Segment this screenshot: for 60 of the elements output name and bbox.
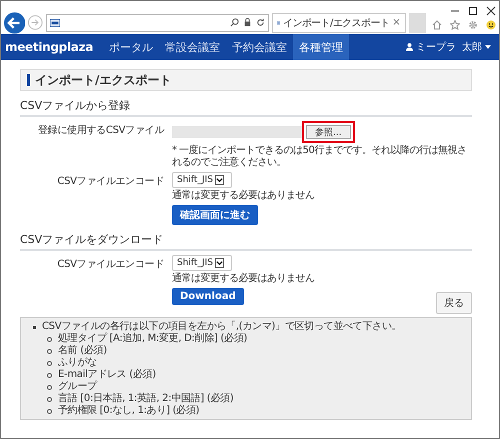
favicon-icon (276, 18, 280, 26)
user-icon (406, 43, 413, 51)
logo[interactable]: meetingplaza (5, 40, 94, 54)
bullet-icon (47, 408, 52, 414)
info-text: CSVファイルの各行は以下の項目を左から「,(カンマ)」で区切って並べて下さい。 (42, 321, 402, 332)
account-menu[interactable]: 太郎 (462, 40, 482, 54)
bullet-icon (47, 360, 52, 366)
bullet-icon (33, 326, 36, 328)
tab-title: インポート/エクスポート (283, 16, 390, 30)
help-text: * 一度にインポートできるのは50行までです。それ以降の行は無視されるのでご注意ください。 (172, 145, 468, 169)
favicon-icon (50, 18, 60, 26)
bullet-icon (47, 372, 52, 378)
dropdown-icon[interactable] (214, 258, 224, 268)
list-item: 処理タイプ [A:追加, M:変更, D:削除] (必須) (58, 333, 248, 344)
submit-button[interactable]: 確認画面に進む (172, 205, 258, 225)
section-heading: CSVファイルから登録 (20, 98, 472, 117)
user-name: ミープラ (416, 40, 456, 54)
help-text: 通常は変更する必要はありません (172, 190, 316, 202)
file-path-field[interactable] (172, 126, 302, 138)
lock-icon (242, 18, 252, 27)
submit-button[interactable]: Download (172, 288, 244, 305)
field-label: 登録に使用するCSVファイル (37, 124, 164, 138)
list-item: 名前 (必須) (58, 345, 107, 357)
maximize-icon[interactable] (468, 6, 478, 16)
bullet-icon (47, 384, 52, 390)
search-icon[interactable] (230, 18, 239, 27)
star-icon[interactable] (450, 20, 460, 30)
address-bar[interactable] (46, 14, 269, 32)
dropdown-icon[interactable] (214, 175, 224, 185)
field-label: CSVファイルエンコード (56, 175, 164, 189)
list-item: 予約権限 [0:なし, 1:あり] (必須) (58, 405, 200, 417)
browser-tab[interactable]: インポート/エクスポート × (272, 12, 406, 32)
page-title: インポート/エクスポート (35, 72, 172, 88)
nav-tab[interactable]: 予約会議室 (226, 34, 294, 60)
bullet-icon (47, 396, 52, 402)
gear-icon[interactable] (468, 20, 478, 30)
bullet-icon (47, 336, 52, 342)
smiley-icon[interactable] (486, 20, 496, 30)
list-item: E-mailアドレス (必須) (58, 369, 156, 380)
section-heading: CSVファイルをダウンロード (20, 232, 472, 251)
nav-tab[interactable]: 常設会議室 (159, 34, 226, 60)
tab-close-button[interactable]: × (392, 17, 401, 28)
encoding-select[interactable]: Shift_JIS (172, 172, 232, 188)
browse-button[interactable]: 参照... (306, 125, 351, 139)
back-icon[interactable] (4, 12, 26, 34)
encoding-select[interactable]: Shift_JIS (172, 255, 232, 271)
list-item: ふりがな (58, 357, 97, 369)
list-item: グループ (58, 381, 97, 392)
list-item: 言語 [0:日本語, 1:英語, 2:中国語] (必須) (58, 393, 234, 404)
back-button[interactable]: 戻る (436, 292, 472, 314)
caret-icon[interactable] (485, 45, 491, 49)
nav-tab[interactable]: 各種管理 (293, 34, 350, 60)
home-icon[interactable] (432, 20, 442, 30)
bullet-icon (47, 348, 52, 354)
field-label: CSVファイルエンコード (56, 258, 164, 272)
nav-tab[interactable]: ポータル (103, 34, 160, 60)
close-icon[interactable] (486, 6, 496, 16)
accent-bar (27, 74, 30, 86)
help-text: 通常は変更する必要はありません (172, 273, 316, 285)
refresh-icon[interactable] (256, 18, 265, 27)
